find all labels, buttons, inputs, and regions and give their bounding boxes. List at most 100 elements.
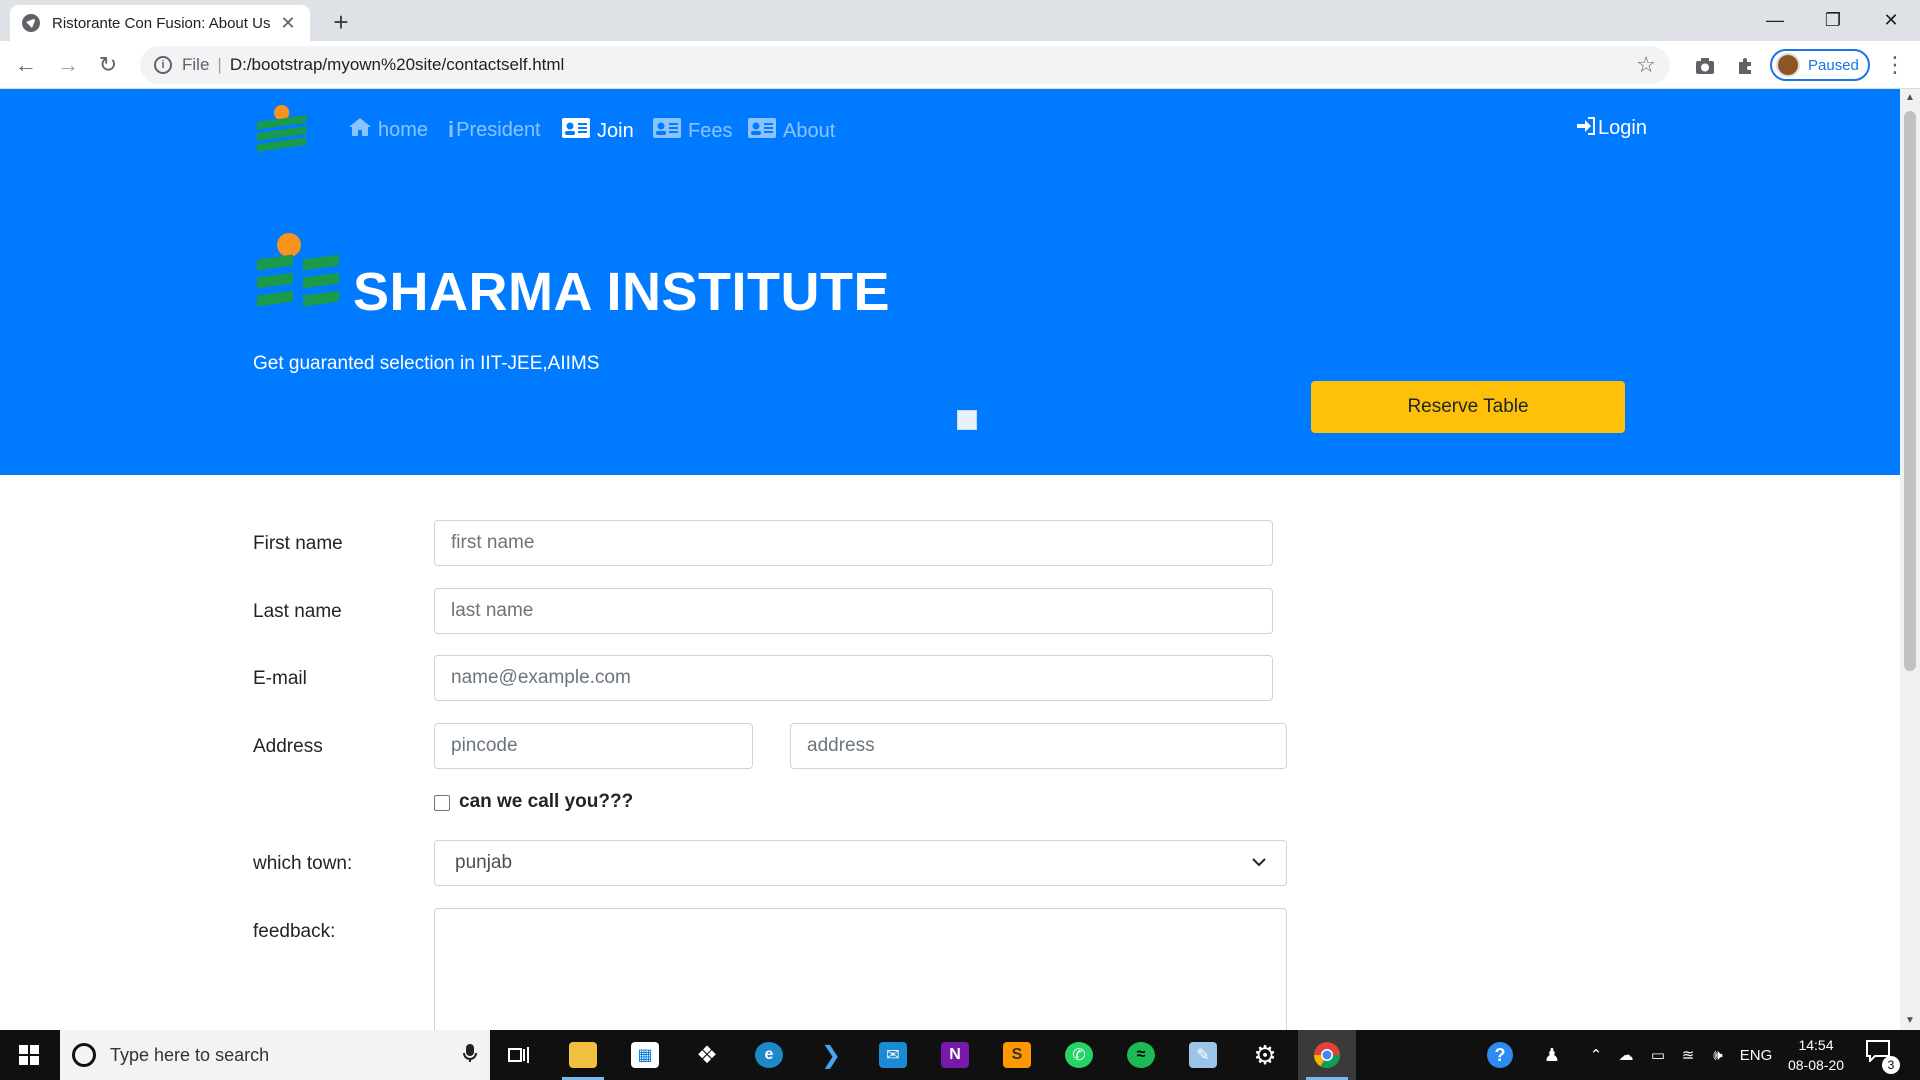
back-button[interactable]: ←	[10, 49, 42, 81]
file-explorer-icon[interactable]	[554, 1030, 612, 1080]
profile-button[interactable]: Paused	[1770, 49, 1870, 81]
volume-icon[interactable]: 🕪	[1704, 1030, 1732, 1080]
info-icon: i	[448, 117, 455, 142]
chevron-down-icon	[1252, 854, 1266, 872]
last-name-field[interactable]: last name	[434, 588, 1273, 634]
site-navbar: home i President Join Fees About Login	[0, 89, 1900, 173]
navbar-logo[interactable]	[257, 105, 308, 152]
spotify-icon[interactable]: ≈	[1112, 1030, 1170, 1080]
clock-time: 14:54	[1798, 1037, 1834, 1053]
help-icon[interactable]: ?	[1480, 1030, 1520, 1080]
login-label: Login	[1598, 117, 1647, 139]
call-checkbox[interactable]	[434, 795, 450, 811]
onedrive-cloud-icon[interactable]: ☁	[1612, 1030, 1640, 1080]
notepad-icon[interactable]: ✎	[1174, 1030, 1232, 1080]
town-select[interactable]: punjab	[434, 840, 1287, 886]
microphone-icon[interactable]	[450, 1043, 490, 1068]
feedback-textarea[interactable]	[434, 908, 1287, 1030]
town-selected-value: punjab	[455, 852, 513, 873]
pincode-field[interactable]: pincode	[434, 723, 753, 769]
minimize-button[interactable]: —	[1746, 0, 1804, 41]
taskbar-search[interactable]: Type here to search	[60, 1030, 490, 1080]
login-link[interactable]: Login	[1576, 117, 1647, 140]
first-name-field[interactable]: first name	[434, 520, 1273, 566]
broken-image-icon	[957, 410, 977, 430]
reload-button[interactable]: ↻	[92, 49, 124, 81]
clock-date: 08-08-20	[1787, 1057, 1845, 1073]
edge-icon[interactable]: e	[740, 1030, 798, 1080]
institute-tagline: Get guaranted selection in IIT-JEE,AIIMS	[253, 353, 600, 374]
address-field[interactable]: address	[790, 723, 1287, 769]
url-text[interactable]: D:/bootstrap/myown%20site/contactself.ht…	[230, 55, 1636, 75]
forward-button[interactable]: →	[52, 49, 84, 81]
notification-center-icon[interactable]: 3	[1866, 1040, 1900, 1074]
mail-icon[interactable]: ✉	[864, 1030, 922, 1080]
browser-tab[interactable]: Ristorante Con Fusion: About Us ✕	[10, 5, 310, 41]
first-name-label: First name	[253, 533, 343, 554]
windows-logo-icon	[19, 1045, 39, 1065]
browser-toolbar: ← → ↻ i File | D:/bootstrap/myown%20site…	[0, 41, 1920, 89]
nav-about-label: About	[783, 119, 836, 142]
svg-text:?: ?	[1495, 1045, 1506, 1065]
url-scheme: File	[182, 55, 210, 74]
battery-icon[interactable]: ▭	[1644, 1030, 1672, 1080]
camera-icon[interactable]	[1692, 53, 1718, 79]
scroll-up-arrow-icon[interactable]: ▲	[1900, 89, 1920, 107]
nav-about[interactable]: About	[747, 117, 835, 145]
scrollbar-thumb[interactable]	[1904, 111, 1916, 671]
info-icon[interactable]: i	[154, 56, 172, 74]
id-card-icon	[561, 117, 591, 145]
taskbar-clock[interactable]: 14:54 08-08-20	[1778, 1035, 1854, 1075]
logo-stripe	[303, 290, 339, 307]
scroll-down-arrow-icon[interactable]: ▼	[1900, 1012, 1920, 1030]
wifi-icon[interactable]: ≊	[1674, 1030, 1702, 1080]
last-name-label: Last name	[253, 601, 342, 622]
bookmark-star-icon[interactable]: ☆	[1636, 52, 1656, 78]
id-card-icon	[747, 117, 777, 145]
nav-president-label: President	[456, 118, 541, 141]
profile-status: Paused	[1808, 56, 1859, 74]
avatar	[1776, 53, 1800, 77]
email-field[interactable]: name@example.com	[434, 655, 1273, 701]
logo-stripe	[303, 254, 339, 271]
language-indicator[interactable]: ENG	[1738, 1030, 1774, 1080]
onenote-icon[interactable]: N	[926, 1030, 984, 1080]
settings-gear-icon[interactable]: ⚙	[1236, 1030, 1294, 1080]
nav-fees[interactable]: Fees	[652, 117, 732, 145]
window-close-button[interactable]: ✕	[1862, 0, 1920, 41]
institute-title: SHARMA INSTITUTE	[353, 262, 890, 322]
logo-dot	[277, 233, 301, 257]
sublime-text-icon[interactable]: S	[988, 1030, 1046, 1080]
town-label: which town:	[253, 853, 353, 874]
address-label: Address	[253, 736, 323, 757]
tab-title: Ristorante Con Fusion: About Us	[52, 14, 271, 32]
address-bar[interactable]: i File | D:/bootstrap/myown%20site/conta…	[140, 46, 1670, 84]
people-icon[interactable]: ♟	[1536, 1030, 1568, 1080]
task-view-icon[interactable]	[490, 1030, 548, 1080]
tab-close-icon[interactable]: ✕	[278, 13, 298, 34]
logo-stripe	[303, 272, 339, 289]
call-checkbox-label[interactable]: can we call you???	[459, 791, 633, 813]
dropbox-icon[interactable]: ❖	[678, 1030, 736, 1080]
extensions-puzzle-icon[interactable]	[1733, 53, 1759, 79]
globe-icon	[22, 14, 40, 32]
store-icon[interactable]: ▦	[616, 1030, 674, 1080]
cortana-icon	[72, 1043, 96, 1067]
chrome-icon[interactable]	[1298, 1030, 1356, 1080]
nav-home[interactable]: home	[348, 117, 428, 143]
logo-stripe	[257, 290, 293, 307]
chevron-up-icon[interactable]: ⌃	[1584, 1030, 1608, 1080]
page-scrollbar[interactable]: ▲ ▼	[1900, 89, 1920, 1030]
vscode-icon[interactable]: ❯	[802, 1030, 860, 1080]
start-button[interactable]	[0, 1030, 58, 1080]
whatsapp-icon[interactable]: ✆	[1050, 1030, 1108, 1080]
menu-kebab-icon[interactable]: ⋮	[1883, 53, 1907, 77]
windows-taskbar: Type here to search ▦ ❖ e ❯ ✉ N S ✆ ≈ ✎ …	[0, 1030, 1920, 1080]
new-tab-button[interactable]: +	[326, 7, 356, 38]
reserve-table-button[interactable]: Reserve Table	[1311, 381, 1625, 433]
id-card-icon	[652, 117, 682, 145]
nav-join[interactable]: Join	[561, 117, 634, 145]
restore-button[interactable]: ❐	[1804, 0, 1862, 41]
nav-president[interactable]: i President	[448, 117, 541, 143]
jumbotron: SHARMA INSTITUTE Get guaranted selection…	[0, 173, 1900, 475]
